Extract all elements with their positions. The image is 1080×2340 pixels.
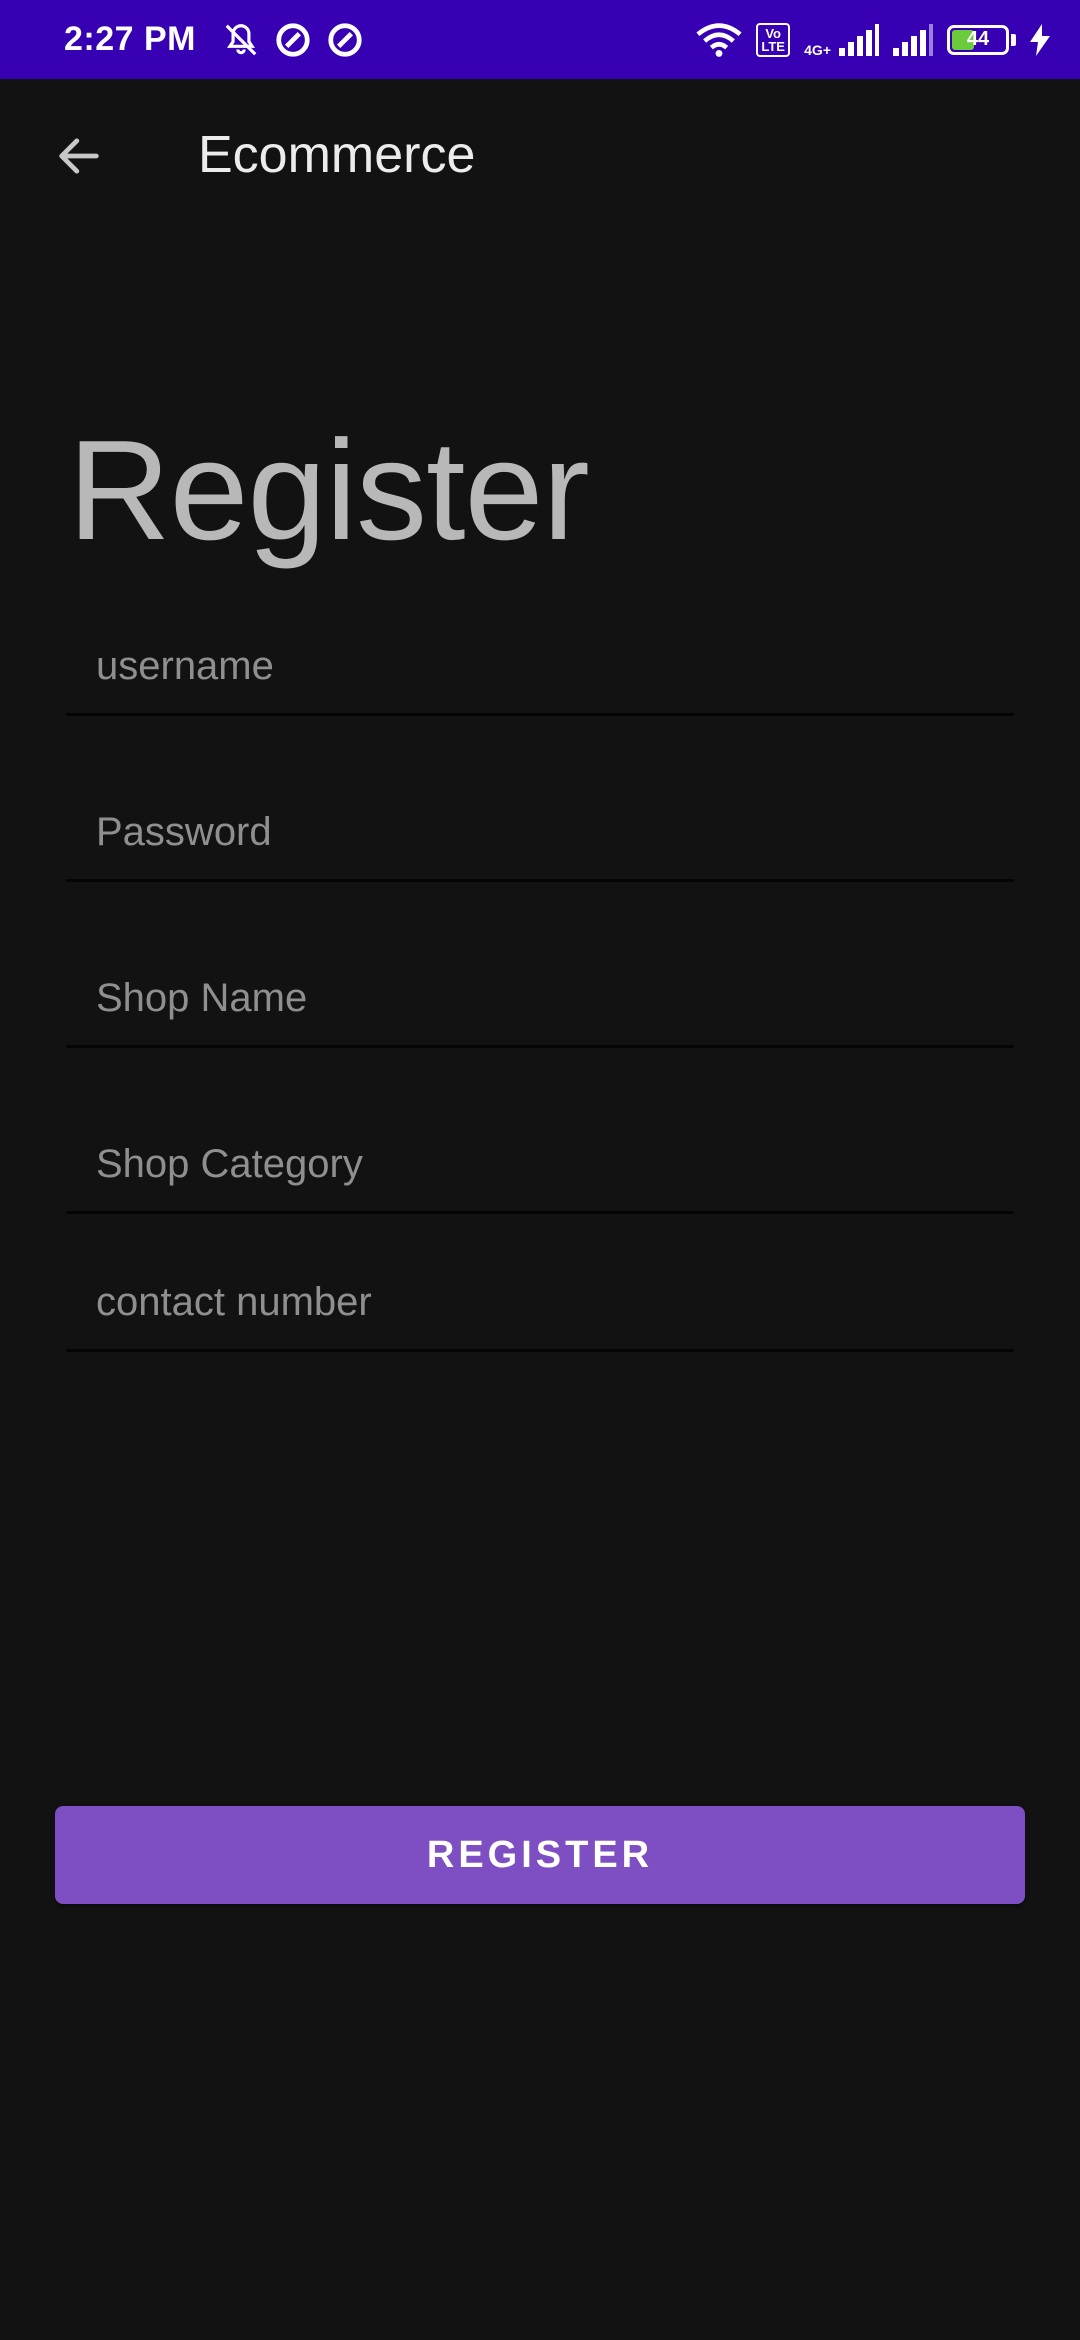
charging-icon: [1030, 23, 1050, 56]
shop-name-field[interactable]: [66, 952, 1014, 1045]
contact-number-field[interactable]: [66, 1256, 1014, 1349]
status-right: Vo LTE 4G+ 44: [696, 22, 1050, 58]
page-title: Register: [68, 411, 590, 570]
shop-name-field-container: [66, 952, 1014, 1048]
status-left: 2:27 PM: [64, 20, 364, 59]
mute-icon: [222, 21, 260, 59]
status-bar: 2:27 PM Vo LTE 4G+ 44: [0, 0, 1080, 79]
battery-level: 44: [966, 28, 990, 50]
back-arrow-icon: [59, 138, 99, 174]
volte-icon: Vo LTE: [756, 22, 791, 57]
password-field[interactable]: [66, 786, 1014, 879]
back-button[interactable]: [44, 121, 114, 191]
battery-icon: 44: [947, 24, 1009, 55]
shop-category-field[interactable]: [66, 1118, 1014, 1211]
battery-nub: [1011, 33, 1016, 46]
wifi-icon: [696, 22, 742, 58]
register-button[interactable]: REGISTER: [55, 1806, 1025, 1904]
username-field[interactable]: [66, 620, 1014, 713]
password-field-container: [66, 786, 1014, 882]
signal-icon: [893, 23, 933, 56]
network-type-label: 4G+: [804, 41, 831, 58]
status-time: 2:27 PM: [64, 20, 196, 58]
username-field-container: [66, 620, 1014, 716]
shop-category-field-container: [66, 1118, 1014, 1214]
data-saver-icon: [274, 21, 312, 59]
app-bar: Ecommerce: [0, 79, 1080, 239]
register-screen: 2:27 PM Vo LTE 4G+ 44 Ecommerce Register…: [0, 0, 1080, 2340]
contact-number-field-container: [66, 1256, 1014, 1352]
data-saver-icon: [326, 21, 364, 59]
signal-icon: [839, 23, 879, 56]
app-title: Ecommerce: [198, 126, 476, 184]
